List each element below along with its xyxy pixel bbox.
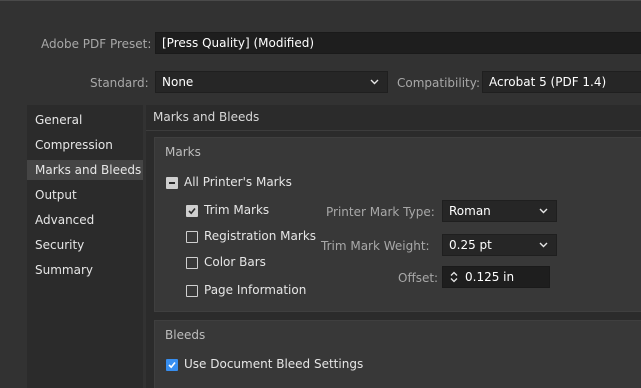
preset-field[interactable]: [Press Quality] (Modified) xyxy=(155,32,641,54)
printer-mark-type-value: Roman xyxy=(449,204,491,218)
dash-icon xyxy=(169,182,175,184)
compatibility-value: Acrobat 5 (PDF 1.4) xyxy=(489,75,607,89)
printer-mark-type-dropdown[interactable]: Roman xyxy=(442,200,557,222)
offset-value: 0.125 in xyxy=(465,270,515,284)
compatibility-dropdown[interactable]: Acrobat 5 (PDF 1.4) xyxy=(482,71,641,93)
bleeds-group: Bleeds Use Document Bleed Settings xyxy=(154,320,641,388)
use-document-bleed-checkbox[interactable] xyxy=(166,359,178,371)
all-printers-marks-checkbox[interactable] xyxy=(166,177,178,189)
page-information-label: Page Information xyxy=(204,283,307,297)
sidebar-item-marks-and-bleeds[interactable]: Marks and Bleeds xyxy=(27,160,143,180)
trim-mark-weight-label: Trim Mark Weight: xyxy=(321,239,430,253)
panel-title-divider xyxy=(146,130,641,131)
color-bars-checkbox[interactable] xyxy=(186,257,198,269)
all-printers-marks-label: All Printer's Marks xyxy=(184,175,292,189)
page-information-checkbox[interactable] xyxy=(186,285,198,297)
marks-heading: Marks xyxy=(165,145,201,159)
panel-title: Marks and Bleeds xyxy=(153,110,260,124)
sidebar-item-summary[interactable]: Summary xyxy=(35,260,93,280)
offset-label: Offset: xyxy=(398,271,439,285)
dialog-top-edge xyxy=(0,0,641,1)
checkmark-icon xyxy=(168,361,176,369)
marks-and-bleeds-panel: Marks and Bleeds Marks All Printer's Mar… xyxy=(146,105,641,388)
standard-value: None xyxy=(162,75,194,89)
sidebar-item-general[interactable]: General xyxy=(35,110,82,130)
chevron-down-icon xyxy=(539,208,548,214)
color-bars-label: Color Bars xyxy=(204,255,266,269)
standard-dropdown[interactable]: None xyxy=(155,71,388,93)
offset-field[interactable]: 0.125 in xyxy=(442,266,550,288)
pdf-export-dialog: Adobe PDF Preset: [Press Quality] (Modif… xyxy=(0,0,641,388)
use-document-bleed-label: Use Document Bleed Settings xyxy=(184,357,364,371)
stepper-arrows-icon[interactable] xyxy=(450,271,458,283)
trim-marks-label: Trim Marks xyxy=(204,203,270,217)
category-sidebar: General Compression Marks and Bleeds Out… xyxy=(27,105,143,388)
bleeds-heading: Bleeds xyxy=(165,328,206,342)
registration-marks-checkbox[interactable] xyxy=(186,231,198,243)
trim-mark-weight-dropdown[interactable]: 0.25 pt xyxy=(442,234,557,256)
sidebar-item-advanced[interactable]: Advanced xyxy=(35,210,94,230)
compatibility-label: Compatibility: xyxy=(397,76,481,90)
sidebar-item-security[interactable]: Security xyxy=(35,235,84,255)
sidebar-item-compression[interactable]: Compression xyxy=(35,135,113,155)
standard-label: Standard: xyxy=(90,76,149,90)
trim-mark-weight-value: 0.25 pt xyxy=(449,238,492,252)
chevron-down-icon xyxy=(539,242,548,248)
chevron-down-icon xyxy=(370,79,379,85)
printer-mark-type-label: Printer Mark Type: xyxy=(326,205,435,219)
checkmark-icon xyxy=(188,207,196,215)
trim-marks-checkbox[interactable] xyxy=(186,205,198,217)
marks-group: Marks All Printer's Marks Trim Marks Reg… xyxy=(154,137,641,312)
preset-label: Adobe PDF Preset: xyxy=(41,37,152,51)
sidebar-item-output[interactable]: Output xyxy=(35,185,77,205)
registration-marks-label: Registration Marks xyxy=(204,229,317,243)
preset-value: [Press Quality] (Modified) xyxy=(162,36,315,50)
